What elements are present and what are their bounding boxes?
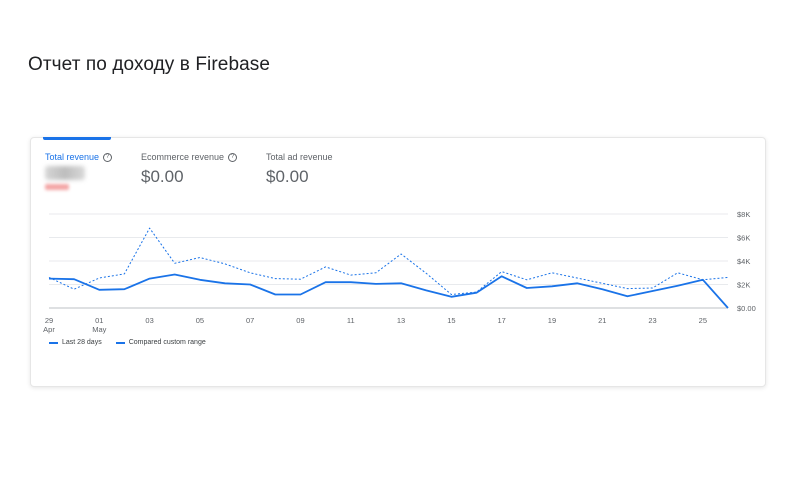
x-tick-label-month: Apr [43, 325, 55, 334]
x-tick-label: 13 [397, 316, 405, 325]
series-line-current[interactable] [48, 273, 729, 309]
x-tick-label: 25 [699, 316, 707, 325]
y-tick-label: $6K [737, 234, 750, 243]
legend-label-current: Last 28 days [62, 339, 102, 346]
chart-legend: Last 28 days Compared custom range [49, 339, 206, 346]
x-tick-label: 05 [196, 316, 204, 325]
x-tick-label: 11 [347, 316, 355, 325]
x-tick-label: 21 [598, 316, 606, 325]
legend-label-compare: Compared custom range [128, 339, 206, 346]
legend-dashed-line-icon [115, 341, 125, 344]
x-tick-label: 03 [145, 316, 153, 325]
y-tick-label: $4K [737, 257, 750, 266]
y-tick-label: $0.00 [737, 304, 756, 313]
x-tick-label: 23 [648, 316, 656, 325]
legend-solid-line-icon [49, 341, 58, 344]
x-tick-label: 29 [45, 316, 53, 325]
legend-item-compare[interactable]: Compared custom range [115, 339, 206, 346]
revenue-card: Total revenue ? Ecommerce revenue ? $0.0… [30, 137, 766, 387]
y-tick-label: $8K [737, 210, 750, 219]
page-title: Отчет по доходу в Firebase [28, 54, 271, 75]
legend-item-current[interactable]: Last 28 days [49, 339, 102, 346]
x-tick-label: 09 [296, 316, 304, 325]
x-tick-label: 07 [246, 316, 254, 325]
x-tick-label: 19 [548, 316, 556, 325]
revenue-line-chart: $0.00 $2K $4K $6K $8K 29Apr 01May 03 05 07 09 11 13 1… [43, 210, 756, 334]
x-tick-label: 17 [497, 316, 505, 325]
x-tick-label: 01 [95, 316, 103, 325]
x-tick-label: 15 [447, 316, 455, 325]
x-tick-label-month: May [92, 325, 106, 334]
y-tick-label: $2K [737, 281, 750, 290]
